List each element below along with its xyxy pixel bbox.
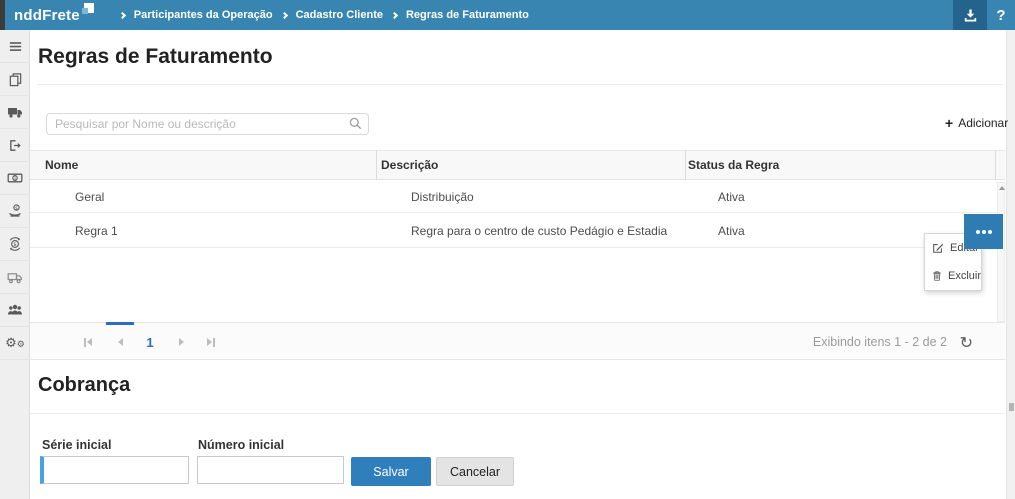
trash-icon	[932, 270, 942, 282]
context-menu-label: Excluir	[948, 270, 981, 282]
sidebar-item-dispatch[interactable]	[0, 129, 30, 162]
table-header-row	[30, 150, 1005, 180]
divider	[30, 413, 1005, 414]
sidebar-item-fleet[interactable]	[0, 261, 30, 294]
row-actions-button[interactable]	[964, 214, 1003, 249]
column-divider	[376, 150, 377, 180]
svg-text:$: $	[13, 242, 16, 248]
numero-inicial-field	[197, 456, 344, 484]
cell-nome: Geral	[75, 190, 104, 204]
search-input[interactable]	[46, 113, 369, 135]
app-logo[interactable]: nddFrete	[14, 7, 94, 24]
breadcrumb: Participantes da Operação Cadastro Clien…	[120, 9, 529, 21]
chevron-right-icon	[281, 11, 288, 18]
coin-exchange-icon: $	[7, 236, 23, 252]
ellipsis-icon	[976, 230, 980, 234]
page-scrollbar[interactable]	[1006, 30, 1015, 499]
sidebar-item-payments[interactable]: 1	[0, 162, 30, 195]
left-sidebar: 1 $ $	[0, 30, 30, 499]
add-button[interactable]: + Adicionar	[945, 116, 1008, 130]
serie-inicial-field	[40, 456, 189, 484]
next-page-icon	[179, 338, 184, 346]
first-page-icon	[84, 338, 86, 347]
serie-inicial-input[interactable]	[44, 457, 188, 483]
add-button-label: Adicionar	[958, 116, 1008, 130]
sidebar-item-menu[interactable]	[0, 30, 30, 63]
sidebar-item-users[interactable]	[0, 294, 30, 327]
numero-inicial-label: Número inicial	[198, 438, 284, 452]
last-page-icon	[207, 338, 212, 346]
search-icon	[349, 117, 362, 130]
first-page-button[interactable]	[76, 323, 100, 361]
table-row[interactable]: Geral Distribuição Ativa	[30, 180, 1005, 213]
breadcrumb-participantes[interactable]: Participantes da Operação	[134, 9, 273, 21]
plus-icon: +	[945, 116, 953, 130]
svg-text:$: $	[15, 205, 18, 211]
money-icon: 1	[7, 170, 23, 186]
sidebar-item-documents[interactable]	[0, 63, 30, 96]
copy-icon	[8, 72, 23, 87]
sidebar-item-freight[interactable]	[0, 96, 30, 129]
section-title-cobranca: Cobrança	[38, 374, 130, 397]
gears-icon: ⚙⚙	[5, 337, 25, 350]
chevron-right-icon	[391, 11, 398, 18]
sidebar-item-currency-exchange[interactable]: $	[0, 228, 30, 261]
numero-inicial-input[interactable]	[198, 457, 343, 483]
current-page-indicator	[106, 322, 134, 325]
logo-square-small-icon	[82, 8, 88, 14]
context-menu-item-excluir[interactable]: Excluir	[925, 262, 981, 290]
sidebar-item-receivables[interactable]: $	[0, 195, 30, 228]
edit-icon	[932, 242, 944, 254]
download-icon	[962, 7, 979, 24]
sidebar-item-settings[interactable]: ⚙⚙	[0, 327, 30, 360]
column-header-descricao[interactable]: Descrição	[381, 158, 438, 172]
truck-icon	[7, 104, 23, 120]
previous-page-button[interactable]	[108, 323, 132, 361]
app-logo-text: nddFrete	[14, 7, 80, 24]
page-number-current[interactable]: 1	[138, 323, 162, 361]
cell-status: Ativa	[718, 224, 745, 238]
pagination-status: Exibindo itens 1 - 2 de 2	[813, 323, 947, 361]
next-page-button[interactable]	[169, 323, 193, 361]
cell-nome: Regra 1	[75, 224, 118, 238]
cell-descricao: Distribuição	[411, 190, 474, 204]
refresh-button[interactable]: ↻	[960, 323, 973, 361]
pagination-bar: 1 Exibindo itens 1 - 2 de 2 ↻	[30, 322, 1005, 360]
svg-text:1: 1	[13, 176, 16, 182]
table-row[interactable]: Regra 1 Regra para o centro de custo Ped…	[30, 213, 1005, 248]
help-button[interactable]: ?	[987, 0, 1015, 30]
previous-page-icon	[118, 338, 123, 346]
top-navbar: nddFrete Participantes da Operação Cadas…	[0, 0, 1015, 30]
column-header-nome[interactable]: Nome	[45, 158, 78, 172]
cell-status: Ativa	[718, 190, 745, 204]
cancel-button[interactable]: Cancelar	[436, 457, 514, 486]
help-icon: ?	[996, 7, 1005, 24]
column-divider	[995, 150, 996, 180]
menu-icon	[8, 39, 23, 54]
truck-outline-icon	[7, 269, 23, 285]
users-icon	[7, 302, 23, 318]
breadcrumb-regras-faturamento[interactable]: Regras de Faturamento	[406, 9, 529, 21]
sign-out-icon	[8, 138, 23, 153]
search-box	[46, 113, 369, 135]
divider	[38, 84, 1004, 85]
column-divider	[685, 150, 686, 180]
refresh-icon: ↻	[960, 333, 973, 352]
serie-inicial-label: Série inicial	[42, 438, 111, 452]
download-button[interactable]	[953, 0, 987, 30]
app-window: nddFrete Participantes da Operação Cadas…	[0, 0, 1015, 499]
cell-descricao: Regra para o centro de custo Pedágio e E…	[411, 224, 667, 238]
table-scrollbar[interactable]	[997, 182, 1005, 322]
chevron-right-icon	[119, 11, 126, 18]
scroll-up-icon[interactable]	[999, 186, 1005, 190]
save-button[interactable]: Salvar	[351, 457, 431, 486]
column-header-status[interactable]: Status da Regra	[688, 158, 779, 172]
corner-strip	[0, 0, 5, 30]
hand-coin-icon: $	[7, 203, 23, 219]
breadcrumb-cadastro-cliente[interactable]: Cadastro Cliente	[296, 9, 383, 21]
last-page-button[interactable]	[199, 323, 223, 361]
page-scrollbar-thumb[interactable]	[1009, 403, 1014, 411]
page-title: Regras de Faturamento	[38, 45, 273, 69]
